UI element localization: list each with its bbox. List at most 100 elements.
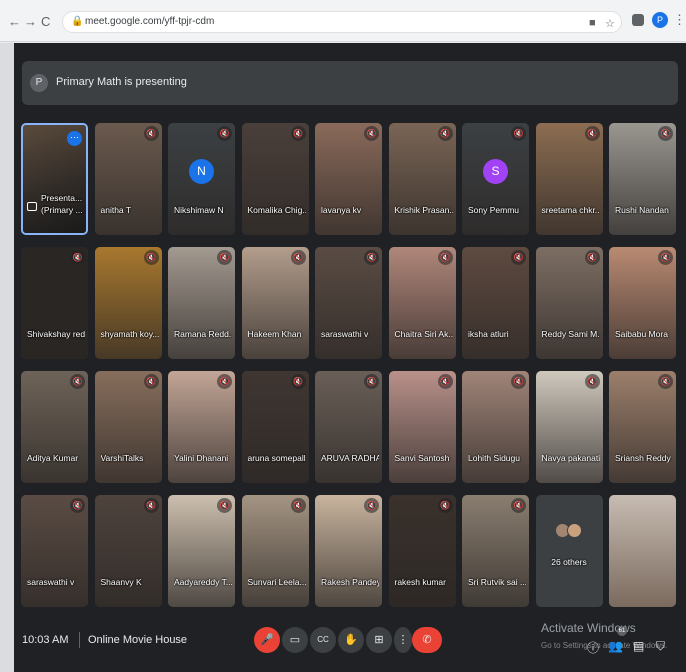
avatar <box>566 523 582 538</box>
participant-tile[interactable]: 🔇 Hakeem Khan <box>241 247 309 359</box>
meeting-details-icon[interactable]: ⓘ <box>587 639 599 656</box>
participant-tile[interactable]: 🔇 Rushi Nandan <box>609 123 676 235</box>
mic-muted-icon: 🔇 <box>217 374 232 389</box>
participant-tile[interactable]: 🔇 Sriansh Reddy <box>609 371 676 483</box>
participant-tile[interactable]: 🔇 Navya pakanati <box>535 371 603 483</box>
mic-muted-icon: 🔇 <box>658 126 673 141</box>
participant-tile[interactable]: 🔇 Aadyareddy T... <box>168 495 235 607</box>
participant-tile[interactable]: 🔇 Aditya Kumar <box>21 371 88 483</box>
activate-windows-subtitle: Go to Settings to activate Windows. <box>541 641 668 650</box>
captions-icon: CC <box>317 635 329 644</box>
lock-icon[interactable]: 🔒 <box>71 16 83 27</box>
participant-name: Lohith Sidugu <box>468 453 520 463</box>
present-button[interactable]: ⊞ <box>366 627 392 653</box>
participant-tile[interactable]: 🔇 shyamath koy... <box>94 247 162 359</box>
participant-tile[interactable]: 🔇 lavanya kv <box>315 123 382 235</box>
participant-tile[interactable]: 🔇 Reddy Sami M... <box>535 247 603 359</box>
participant-tile[interactable]: 🔇 Lohith Sidugu <box>462 371 529 483</box>
others-tile[interactable]: 26 others <box>535 495 603 607</box>
mic-muted-icon: 🔇 <box>290 126 306 141</box>
participant-name: Aadyareddy T... <box>174 577 232 587</box>
participant-tile[interactable]: 🔇 Sri Rutvik sai ... <box>462 495 529 607</box>
mic-muted-icon: 🔇 <box>290 498 306 513</box>
participant-avatar: S <box>483 159 508 184</box>
participant-tile[interactable]: 🔇 VarshiTalks <box>94 371 162 483</box>
participant-name: ARUVA RADHA... <box>321 453 379 463</box>
people-icon[interactable]: 👥 <box>608 639 623 653</box>
participant-name: Chaitra Siri Ak... <box>394 329 453 339</box>
participant-tile[interactable]: 🔇 Sanvi Santosh <box>388 371 456 483</box>
mic-muted-icon: 🔇 <box>143 374 159 389</box>
participant-tile[interactable]: S 🔇 Sony Pemmu <box>462 123 529 235</box>
browser-menu-icon[interactable]: ⋮ <box>673 12 686 28</box>
present-icon: ⊞ <box>374 634 384 646</box>
screen-share-icon <box>27 202 37 211</box>
self-view-tile[interactable] <box>609 495 676 607</box>
participant-tile[interactable]: 🔇 rakesh kumar <box>388 495 456 607</box>
participant-tile[interactable]: 🔇 Krishik Prasan... <box>388 123 456 235</box>
chat-icon[interactable]: ▤ <box>633 639 644 653</box>
address-bar[interactable]: 🔒 meet.google.com/yff-tpjr-cdm ■ ☆ <box>62 11 622 33</box>
captions-button[interactable]: CC <box>310 627 336 653</box>
mic-muted-icon: 🔇 <box>364 126 379 141</box>
control-bar: 10:03 AM Online Movie House 🎤 ▭ CC ✋ ⊞ ⋮… <box>14 613 686 672</box>
mic-toggle-button[interactable]: 🎤 <box>254 627 280 653</box>
participant-tile[interactable]: 🔇 ARUVA RADHA... <box>315 371 382 483</box>
more-options-icon[interactable]: ⋯ <box>67 131 82 146</box>
clock-time: 10:03 AM <box>22 634 69 646</box>
participant-tile[interactable]: 🔇 Shivakshay red... <box>21 247 88 359</box>
participant-tile[interactable]: 🔇 anitha T <box>94 123 162 235</box>
participant-name: Komalika Chig... <box>247 205 306 215</box>
more-options-button[interactable]: ⋮ <box>394 627 412 653</box>
forward-icon[interactable]: → <box>24 15 37 28</box>
camera-toggle-button[interactable]: ▭ <box>282 627 308 653</box>
mic-muted-icon: 🔇 <box>70 250 85 265</box>
participant-tile[interactable]: 🔇 aruna somepalli <box>241 371 309 483</box>
participant-tile[interactable]: 🔇 iksha atluri <box>462 247 529 359</box>
reload-icon[interactable]: C <box>41 15 50 28</box>
participant-tile[interactable]: 🔇 Rakesh Pandey <box>315 495 382 607</box>
mic-muted-icon: 🔇 <box>511 250 526 265</box>
participant-tile[interactable]: 🔇 Saibabu Mora <box>609 247 676 359</box>
mic-muted-icon: 🔇 <box>143 498 159 513</box>
participant-tile[interactable]: 🔇 Yalini Dhanani <box>168 371 235 483</box>
presenting-banner: P Primary Math is presenting <box>22 61 678 105</box>
participant-tile[interactable]: 🔇 sreetama chkr... <box>535 123 603 235</box>
participant-count-badge: 61 <box>617 626 627 636</box>
leave-call-button[interactable]: ✆ <box>412 627 442 653</box>
participant-name: Rakesh Pandey <box>321 577 379 587</box>
profile-avatar[interactable]: P <box>652 12 668 28</box>
participant-name: shyamath koy... <box>100 329 159 339</box>
participant-name: Navya pakanati <box>541 453 600 463</box>
others-avatar-group <box>554 523 585 541</box>
participant-tile[interactable]: 🔇 saraswathi v <box>21 495 88 607</box>
participant-tile[interactable]: N 🔇 Nikshimaw N <box>168 123 235 235</box>
meeting-name: Online Movie House <box>88 634 188 646</box>
participant-tile[interactable]: 🔇 Chaitra Siri Ak... <box>388 247 456 359</box>
mic-muted-icon: 🔇 <box>290 374 306 389</box>
cast-icon[interactable]: ■ <box>589 17 596 29</box>
url-text[interactable]: meet.google.com/yff-tpjr-cdm <box>85 16 214 27</box>
mic-muted-icon: 🔇 <box>584 126 600 141</box>
mic-muted-icon: 🔇 <box>658 374 673 389</box>
participant-tile[interactable]: 🔇 saraswathi v <box>315 247 382 359</box>
participant-tile[interactable]: 🔇 Sunvari Leela... <box>241 495 309 607</box>
participant-tile[interactable]: 🔇 Komalika Chig... <box>241 123 309 235</box>
participant-name: Sriansh Reddy <box>615 453 671 463</box>
mic-muted-icon: 🔇 <box>143 126 159 141</box>
participant-tile[interactable]: 🔇 Ramana Redd... <box>168 247 235 359</box>
mic-muted-icon: 🔇 <box>70 374 85 389</box>
activities-icon[interactable]: ⛉ <box>656 639 665 654</box>
back-icon[interactable]: ← <box>8 15 21 28</box>
participant-name: lavanya kv <box>321 205 362 215</box>
extension-icon[interactable] <box>632 14 644 26</box>
presentation-tile[interactable]: ⋯ Presenta... (Primary ... <box>21 123 88 235</box>
participant-name: rakesh kumar <box>394 577 447 587</box>
participant-name: Hakeem Khan <box>247 329 302 339</box>
bookmark-star-icon[interactable]: ☆ <box>605 17 615 30</box>
raise-hand-button[interactable]: ✋ <box>338 627 364 653</box>
mic-off-icon: 🎤 <box>260 634 274 646</box>
participant-name: iksha atluri <box>468 329 509 339</box>
participant-tile[interactable]: 🔇 Shaanvy K <box>94 495 162 607</box>
participant-name: Krishik Prasan... <box>394 205 453 215</box>
